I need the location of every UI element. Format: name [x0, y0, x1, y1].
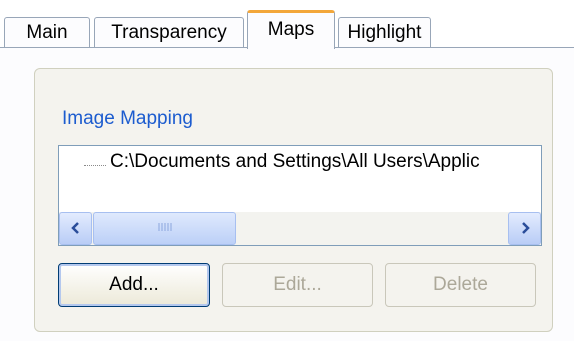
tree-connector	[84, 165, 106, 166]
tab-maps-label: Maps	[267, 19, 315, 40]
tab-maps[interactable]: Maps	[247, 10, 335, 49]
image-mapping-label: Image Mapping	[58, 108, 197, 130]
edit-button[interactable]: Edit...	[222, 263, 373, 307]
scroll-right-button[interactable]	[508, 212, 541, 245]
horizontal-scrollbar[interactable]	[59, 212, 541, 245]
delete-button[interactable]: Delete	[385, 263, 536, 307]
tab-strip: Main Transparency Maps Highlight	[0, 0, 574, 49]
tab-main[interactable]: Main	[4, 17, 90, 48]
scroll-thumb[interactable]	[93, 212, 236, 245]
tab-highlight[interactable]: Highlight	[338, 17, 431, 48]
chevron-left-icon	[70, 221, 81, 237]
tab-transparency[interactable]: Transparency	[94, 17, 244, 48]
chevron-right-icon	[520, 221, 530, 237]
tab-transparency-label: Transparency	[111, 22, 227, 43]
tab-main-label: Main	[26, 22, 68, 43]
tab-highlight-label: Highlight	[347, 22, 422, 43]
scroll-left-button[interactable]	[59, 212, 92, 245]
list-item[interactable]: C:\Documents and Settings\All Users\Appl…	[110, 151, 480, 173]
add-button[interactable]: Add...	[58, 263, 210, 307]
grip-icon	[157, 222, 173, 235]
